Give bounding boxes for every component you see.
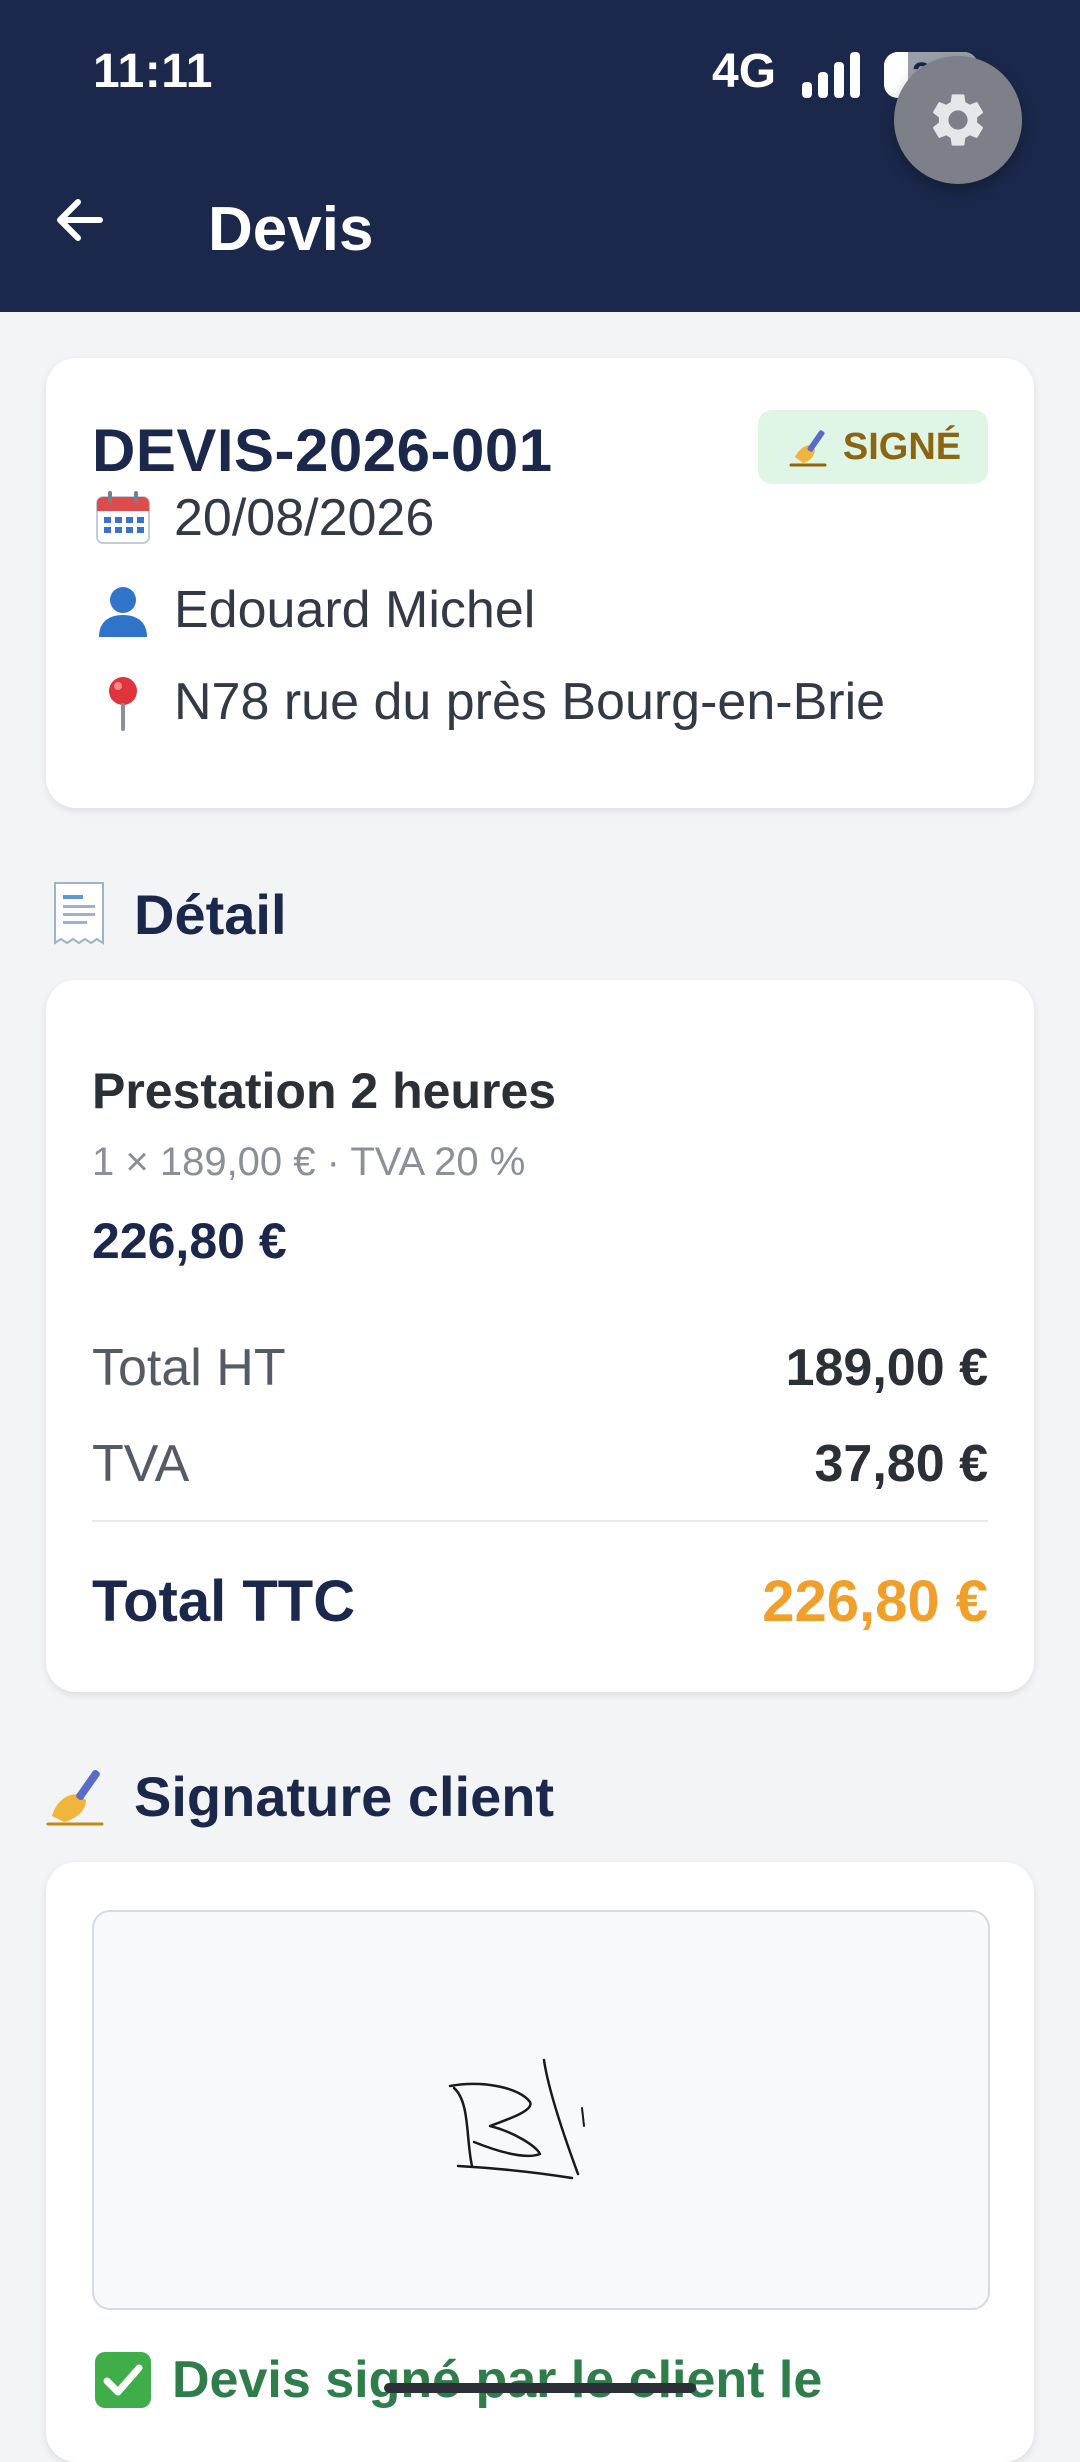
signal-icon [802, 52, 860, 98]
quote-date: 20/08/2026 [174, 489, 435, 547]
signed-status: Devis signé par le client le [92, 2342, 822, 2418]
total-ttc-value: 226,80 € [762, 1568, 988, 1634]
writing-hand-icon [46, 1761, 112, 1831]
tva-label: TVA [92, 1435, 190, 1493]
pin-icon [92, 671, 154, 733]
signature-pad[interactable] [92, 1910, 990, 2310]
totals-divider [92, 1520, 988, 1522]
app-bar: Devis [0, 150, 1080, 312]
detail-title: Détail [134, 882, 287, 946]
line-item-total: 226,80 € [92, 1213, 287, 1269]
signature-card: Devis signé par le client le [46, 1862, 1034, 2462]
client-row: Edouard Michel [92, 578, 535, 642]
line-item-name: Prestation 2 heures [92, 1063, 557, 1119]
signature-section-title: Signature client [46, 1756, 554, 1836]
signature-title: Signature client [134, 1764, 555, 1828]
tva-row: TVA 37,80 € [92, 1424, 988, 1504]
total-ht-row: Total HT 189,00 € [92, 1328, 988, 1408]
arrow-left-icon [57, 199, 103, 241]
total-ttc-label: Total TTC [92, 1568, 356, 1634]
status-badge: SIGNÉ [758, 410, 988, 484]
status-time: 11:11 [93, 45, 213, 98]
signature-drawing [448, 2058, 585, 2180]
calendar-icon [92, 487, 154, 549]
back-button[interactable] [40, 180, 120, 260]
home-indicator[interactable] [384, 2383, 696, 2393]
writing-hand-icon [789, 430, 827, 467]
detail-section-title: Détail [46, 874, 287, 954]
settings-button[interactable] [894, 56, 1022, 184]
gear-icon [933, 94, 983, 146]
check-mark-button-icon [92, 2349, 154, 2411]
quote-number: DEVIS-2026-001 [92, 417, 553, 484]
client-name: Edouard Michel [174, 581, 536, 639]
client-address: N78 rue du près Bourg-en-Brie [174, 673, 886, 731]
address-row: N78 rue du près Bourg-en-Brie [92, 670, 885, 734]
page-title: Devis [208, 195, 374, 264]
person-icon [92, 579, 154, 641]
signed-text: Devis signé par le client le [172, 2351, 823, 2409]
quote-summary-card: DEVIS-2026-001 SIGNÉ 20/08/2026 Edouard … [46, 358, 1034, 808]
tva-value: 37,80 € [814, 1435, 989, 1493]
total-ht-value: 189,00 € [785, 1339, 988, 1397]
status-badge-label: SIGNÉ [842, 425, 962, 468]
receipt-icon [46, 879, 112, 949]
total-ttc-row: Total TTC 226,80 € [92, 1556, 988, 1646]
detail-card: Prestation 2 heures 1 × 189,00 € · TVA 2… [46, 980, 1034, 1692]
network-type: 4G [712, 45, 777, 98]
quote-date-row: 20/08/2026 [92, 486, 434, 550]
line-item-meta: 1 × 189,00 € · TVA 20 % [92, 1140, 526, 1184]
total-ht-label: Total HT [92, 1339, 286, 1397]
